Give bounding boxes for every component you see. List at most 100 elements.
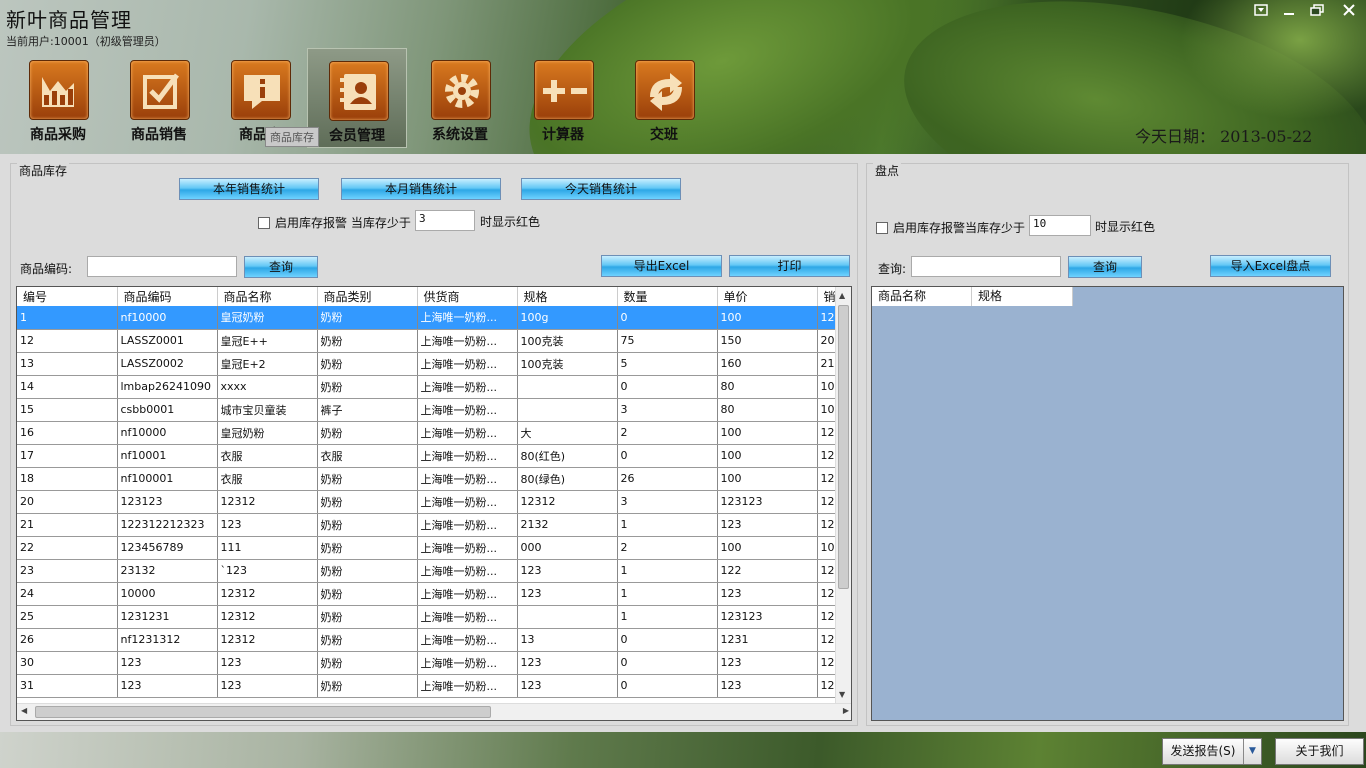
nav-item-shift[interactable]: 交班 xyxy=(614,48,714,148)
stock-threshold-input[interactable]: 3 xyxy=(415,210,475,231)
product-code-input[interactable] xyxy=(87,256,237,277)
table-cell: 上海唯一奶粉... xyxy=(417,651,518,675)
column-header[interactable]: 规格 xyxy=(972,287,1073,306)
vertical-scroll-thumb[interactable] xyxy=(838,305,849,589)
horizontal-scrollbar[interactable]: ◀ ▶ xyxy=(17,703,851,720)
table-cell: 皇冠奶粉 xyxy=(217,421,318,445)
about-us-button[interactable]: 关于我们 xyxy=(1275,738,1364,765)
table-cell: 0 xyxy=(617,628,718,652)
table-cell: 111 xyxy=(217,536,318,560)
table-cell: 12312 xyxy=(517,490,618,514)
table-cell xyxy=(517,605,618,629)
stock-alarm-label: 启用库存报警 当库存少于 xyxy=(275,216,411,230)
table-cell: 上海唯一奶粉... xyxy=(417,421,518,445)
table-cell xyxy=(517,398,618,422)
nav-label: 系统设置 xyxy=(432,127,488,143)
table-cell: 0 xyxy=(617,651,718,675)
year-sales-stats-button[interactable]: 本年销售统计 xyxy=(179,178,319,200)
table-row[interactable]: 13 LASSZ0002 皇冠E+2 奶粉 上海唯一奶粉... 100克装 5 160 210 xyxy=(17,352,843,376)
table-row[interactable]: 18 nf100001 衣服 奶粉 上海唯一奶粉... 80(绿色) 26 100 120 xyxy=(17,467,843,491)
table-cell: 26 xyxy=(617,467,718,491)
table-cell: 123123 xyxy=(117,490,218,514)
table-row[interactable]: 17 nf10001 衣服 衣服 上海唯一奶粉... 80(红色) 0 100 120 xyxy=(17,444,843,468)
scroll-left-icon[interactable]: ◀ xyxy=(21,706,27,715)
table-row[interactable]: 1 nf10000 皇冠奶粉 奶粉 上海唯一奶粉... 100g 0 100 120 xyxy=(17,306,843,330)
table-cell: 奶粉 xyxy=(317,375,418,399)
query-button[interactable]: 查询 xyxy=(244,256,318,278)
table-cell: 31 xyxy=(17,674,118,698)
table-cell: 奶粉 xyxy=(317,421,418,445)
table-row[interactable]: 24 10000 12312 奶粉 上海唯一奶粉... 123 1 123 123 xyxy=(17,582,843,606)
close-icon[interactable] xyxy=(1340,4,1358,18)
table-cell: 1 xyxy=(617,605,718,629)
table-row[interactable]: 16 nf10000 皇冠奶粉 奶粉 上海唯一奶粉... 大 2 100 120 xyxy=(17,421,843,445)
column-header[interactable]: 规格 xyxy=(517,287,618,306)
table-cell: 上海唯一奶粉... xyxy=(417,605,518,629)
table-cell: 上海唯一奶粉... xyxy=(417,398,518,422)
column-header[interactable]: 商品编码 xyxy=(117,287,218,306)
restore-icon[interactable] xyxy=(1252,4,1270,18)
table-cell: 衣服 xyxy=(317,444,418,468)
stock-alarm-checkbox[interactable] xyxy=(258,217,270,229)
minimize-icon[interactable] xyxy=(1280,4,1298,18)
export-excel-button[interactable]: 导出Excel xyxy=(601,255,722,277)
table-row[interactable]: 14 lmbap26241090 xxxx 奶粉 上海唯一奶粉... 0 80 100 xyxy=(17,375,843,399)
table-cell: 150 xyxy=(717,329,818,353)
stocktake-threshold-input[interactable]: 10 xyxy=(1029,215,1091,236)
table-row[interactable]: 26 nf1231312 12312 奶粉 上海唯一奶粉... 13 0 1231 123 xyxy=(17,628,843,652)
column-header[interactable]: 商品名称 xyxy=(217,287,318,306)
table-cell: 裤子 xyxy=(317,398,418,422)
table-cell: 123123 xyxy=(717,605,818,629)
nav-item-settings[interactable]: 系统设置 xyxy=(410,48,510,148)
table-row[interactable]: 30 123 123 奶粉 上海唯一奶粉... 123 0 123 123 xyxy=(17,651,843,675)
column-header[interactable]: 数量 xyxy=(617,287,718,306)
table-row[interactable]: 25 1231231 12312 奶粉 上海唯一奶粉... 1 123123 123 xyxy=(17,605,843,629)
table-cell: 2132 xyxy=(517,513,618,537)
column-header[interactable]: 单价 xyxy=(717,287,818,306)
table-row[interactable]: 20 123123 12312 奶粉 上海唯一奶粉... 12312 3 123123 123 xyxy=(17,490,843,514)
footer-bar: 发送报告(S) ▼ 关于我们 xyxy=(0,732,1366,768)
table-cell: 12312 xyxy=(217,582,318,606)
maximize-icon[interactable] xyxy=(1308,4,1326,18)
nav-item-purchase[interactable]: 商品采购 xyxy=(8,48,108,148)
table-cell: 上海唯一奶粉... xyxy=(417,513,518,537)
stocktake-query-button[interactable]: 查询 xyxy=(1068,256,1142,278)
column-header[interactable]: 商品类别 xyxy=(317,287,418,306)
chevron-down-icon[interactable]: ▼ xyxy=(1243,739,1261,764)
table-row[interactable]: 21 122312212323 123 奶粉 上海唯一奶粉... 2132 1 123 123 xyxy=(17,513,843,537)
nav-item-members[interactable]: 会员管理 xyxy=(307,48,407,148)
print-button[interactable]: 打印 xyxy=(729,255,850,277)
table-cell: 上海唯一奶粉... xyxy=(417,559,518,583)
nav-item-sales[interactable]: 商品销售 xyxy=(109,48,209,148)
stocktake-query-input[interactable] xyxy=(911,256,1061,277)
horizontal-scroll-thumb[interactable] xyxy=(35,706,491,718)
import-excel-stocktake-button[interactable]: 导入Excel盘点 xyxy=(1210,255,1331,277)
table-cell: 30 xyxy=(17,651,118,675)
table-row[interactable]: 23 23132 `123 奶粉 上海唯一奶粉... 123 1 122 123 xyxy=(17,559,843,583)
nav-item-calculator[interactable]: 计算器 xyxy=(513,48,613,148)
table-cell: 75 xyxy=(617,329,718,353)
table-cell: 1 xyxy=(617,582,718,606)
table-cell: 1 xyxy=(617,559,718,583)
table-row[interactable]: 12 LASSZ0001 皇冠E++ 奶粉 上海唯一奶粉... 100克装 75 150 200 xyxy=(17,329,843,353)
scroll-down-icon[interactable]: ▼ xyxy=(839,690,845,699)
table-row[interactable]: 31 123 123 奶粉 上海唯一奶粉... 123 0 123 123 xyxy=(17,674,843,698)
table-cell: 上海唯一奶粉... xyxy=(417,490,518,514)
scroll-right-icon[interactable]: ▶ xyxy=(843,706,849,715)
column-header[interactable]: 供货商 xyxy=(417,287,518,306)
table-cell: 123 xyxy=(717,513,818,537)
column-header[interactable]: 编号 xyxy=(17,287,118,306)
table-cell: 2 xyxy=(617,536,718,560)
send-report-button[interactable]: 发送报告(S) ▼ xyxy=(1162,738,1262,765)
table-row[interactable]: 22 123456789 111 奶粉 上海唯一奶粉... 000 2 100 100 xyxy=(17,536,843,560)
table-cell: 0 xyxy=(617,444,718,468)
month-sales-stats-button[interactable]: 本月销售统计 xyxy=(341,178,501,200)
vertical-scrollbar[interactable]: ▲ ▼ xyxy=(835,287,851,703)
stocktake-alarm-checkbox[interactable] xyxy=(876,222,888,234)
table-cell: 100克装 xyxy=(517,329,618,353)
today-sales-stats-button[interactable]: 今天销售统计 xyxy=(521,178,681,200)
table-cell: 122 xyxy=(717,559,818,583)
table-row[interactable]: 15 csbb0001 城市宝贝童装 裤子 上海唯一奶粉... 3 80 100 xyxy=(17,398,843,422)
scroll-up-icon[interactable]: ▲ xyxy=(839,291,845,300)
column-header[interactable]: 商品名称 xyxy=(872,287,972,306)
